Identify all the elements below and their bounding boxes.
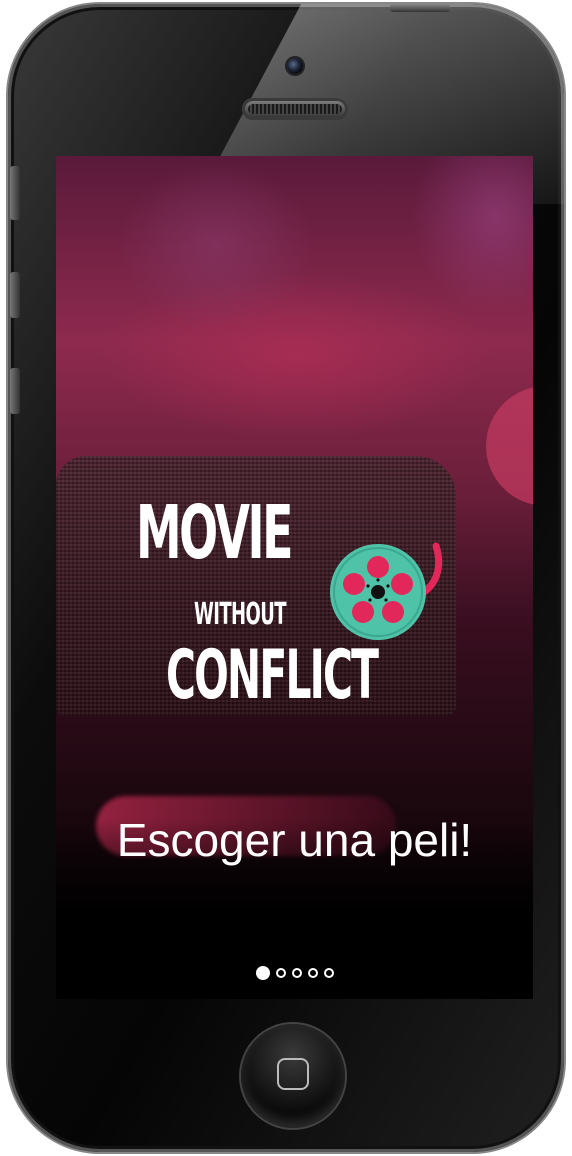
front-camera	[287, 58, 303, 74]
earpiece-speaker	[242, 98, 348, 120]
home-button[interactable]	[241, 1024, 345, 1128]
carousel-page-indicator[interactable]	[56, 966, 533, 980]
power-button	[390, 4, 450, 12]
page-dot-1[interactable]	[255, 966, 270, 980]
logo-line-without: WITHOUT	[194, 597, 286, 632]
page-dot-5[interactable]	[323, 968, 334, 978]
logo-line-movie: MOVIE	[136, 490, 293, 576]
background-arm	[486, 386, 533, 506]
mute-switch	[10, 166, 20, 220]
home-button-icon	[277, 1058, 309, 1090]
film-reel-icon	[330, 542, 443, 640]
page-dot-3[interactable]	[291, 968, 302, 978]
page-dot-4[interactable]	[307, 968, 318, 978]
volume-down-button	[10, 368, 20, 414]
tagline-text: Escoger una peli!	[116, 814, 473, 866]
app-screen[interactable]: MOVIE WITHOUT CONFLICT Escoger una peli!	[56, 156, 533, 999]
volume-up-button	[10, 272, 20, 318]
phone-frame: MOVIE WITHOUT CONFLICT Escoger una peli!	[8, 4, 564, 1152]
app-logo: MOVIE WITHOUT CONFLICT	[136, 496, 456, 736]
page-dot-2[interactable]	[275, 968, 286, 978]
logo-line-conflict: CONFLICT	[166, 636, 379, 715]
